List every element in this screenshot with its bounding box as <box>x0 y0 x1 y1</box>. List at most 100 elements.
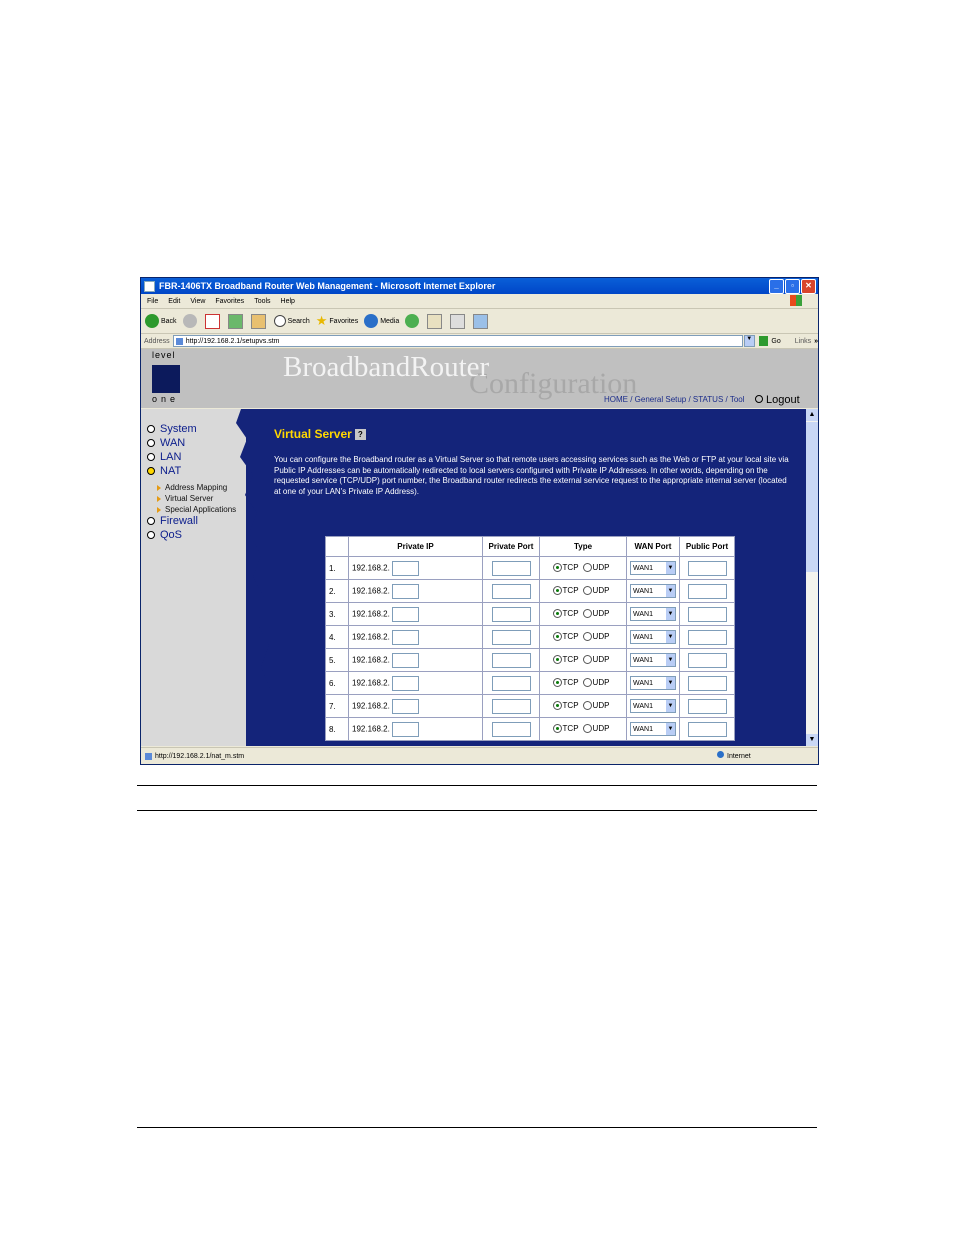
tcp-radio[interactable]: TCP <box>552 677 579 687</box>
private-ip-input[interactable] <box>391 560 419 576</box>
top-navigation[interactable]: HOME / General Setup / STATUS / Tool <box>604 395 745 404</box>
udp-radio[interactable]: UDP <box>582 608 609 618</box>
media-button[interactable]: Media <box>364 314 399 328</box>
wan-port-select[interactable]: WAN1 ▼ <box>630 653 676 667</box>
udp-radio[interactable]: UDP <box>582 723 609 733</box>
links-chevron-icon[interactable]: » <box>814 338 818 345</box>
home-button[interactable] <box>250 313 268 329</box>
sidebar-item-lan[interactable]: LAN <box>147 451 181 463</box>
history-button[interactable] <box>405 314 421 328</box>
search-button[interactable]: Search <box>273 315 310 327</box>
wan-port-cell: WAN1 ▼ <box>626 694 680 718</box>
help-icon[interactable]: ? <box>354 428 366 440</box>
edit-button[interactable] <box>473 313 490 329</box>
private-port-input[interactable] <box>491 698 531 714</box>
public-port-input[interactable] <box>687 698 727 714</box>
sidebar-item-wan[interactable]: WAN <box>147 437 185 449</box>
scroll-up-icon[interactable]: ▲ <box>806 409 818 421</box>
menu-tools[interactable]: Tools <box>254 298 270 305</box>
wan-port-select[interactable]: WAN1 ▼ <box>630 607 676 621</box>
wan-port-select[interactable]: WAN1 ▼ <box>630 630 676 644</box>
public-port-input[interactable] <box>687 560 727 576</box>
print-button[interactable] <box>450 313 467 329</box>
scroll-down-icon[interactable]: ▼ <box>806 734 818 746</box>
public-port-input[interactable] <box>687 629 727 645</box>
private-port-input[interactable] <box>491 652 531 668</box>
wan-port-select[interactable]: WAN1 ▼ <box>630 722 676 736</box>
row-index: 8. <box>325 717 349 741</box>
wan-port-select[interactable]: WAN1 ▼ <box>630 699 676 713</box>
forward-button[interactable] <box>182 314 199 328</box>
wan-port-cell: WAN1 ▼ <box>626 648 680 672</box>
public-port-input[interactable] <box>687 721 727 737</box>
go-button[interactable]: Go <box>771 338 780 345</box>
private-port-input[interactable] <box>491 583 531 599</box>
row-index: 6. <box>325 671 349 695</box>
col-header-index <box>325 536 349 557</box>
public-port-input[interactable] <box>687 652 727 668</box>
sidebar-item-qos[interactable]: QoS <box>147 529 182 541</box>
tcp-radio[interactable]: TCP <box>552 608 579 618</box>
private-port-input[interactable] <box>491 675 531 691</box>
sidebar-sub-virtual-server[interactable]: Virtual Server <box>157 494 213 503</box>
sidebar-item-firewall[interactable]: Firewall <box>147 515 198 527</box>
public-port-input[interactable] <box>687 606 727 622</box>
scroll-thumb[interactable] <box>806 422 818 572</box>
links-label[interactable]: Links <box>795 338 811 345</box>
tcp-radio[interactable]: TCP <box>552 585 579 595</box>
public-port-input[interactable] <box>687 675 727 691</box>
close-button[interactable]: ✕ <box>801 279 816 294</box>
private-port-input[interactable] <box>491 560 531 576</box>
back-button[interactable]: Back <box>145 314 177 328</box>
vertical-scrollbar[interactable]: ▲ ▼ <box>806 409 818 746</box>
private-ip-input[interactable] <box>391 606 419 622</box>
public-port-input[interactable] <box>687 583 727 599</box>
sidebar-sub-special-applications[interactable]: Special Applications <box>157 505 236 514</box>
udp-radio[interactable]: UDP <box>582 654 609 664</box>
wan-port-select[interactable]: WAN1 ▼ <box>630 584 676 598</box>
udp-radio[interactable]: UDP <box>582 585 609 595</box>
private-ip-input[interactable] <box>391 675 419 691</box>
logout-link[interactable]: Logout <box>755 394 800 406</box>
address-dropdown-icon[interactable]: ▼ <box>743 335 755 347</box>
tcp-radio[interactable]: TCP <box>552 723 579 733</box>
udp-radio[interactable]: UDP <box>582 677 609 687</box>
private-port-input[interactable] <box>491 629 531 645</box>
menu-help[interactable]: Help <box>281 298 295 305</box>
tcp-radio[interactable]: TCP <box>552 631 579 641</box>
private-ip-input[interactable] <box>391 698 419 714</box>
sidebar-item-nat[interactable]: NAT <box>147 465 181 477</box>
page-rule-top <box>137 785 817 786</box>
sidebar-item-system[interactable]: System <box>147 423 197 435</box>
private-ip-input[interactable] <box>391 652 419 668</box>
stop-button[interactable] <box>204 313 222 329</box>
type-cell: TCP UDP <box>539 602 627 626</box>
tcp-radio[interactable]: TCP <box>552 562 579 572</box>
menu-view[interactable]: View <box>190 298 205 305</box>
private-ip-cell: 192.168.2. <box>348 579 483 603</box>
udp-radio[interactable]: UDP <box>582 562 609 572</box>
menu-file[interactable]: File <box>147 298 158 305</box>
refresh-button[interactable] <box>227 313 245 329</box>
menu-edit[interactable]: Edit <box>168 298 180 305</box>
address-input[interactable]: http://192.168.2.1/setupvs.stm <box>172 335 743 347</box>
sidebar-sub-address-mapping[interactable]: Address Mapping <box>157 483 227 492</box>
udp-radio[interactable]: UDP <box>582 700 609 710</box>
tcp-radio[interactable]: TCP <box>552 654 579 664</box>
favorites-button[interactable]: ★ Favorites <box>316 313 358 329</box>
private-ip-input[interactable] <box>391 721 419 737</box>
tcp-radio[interactable]: TCP <box>552 700 579 710</box>
menu-favorites[interactable]: Favorites <box>215 298 244 305</box>
wan-port-select[interactable]: WAN1 ▼ <box>630 676 676 690</box>
maximize-button[interactable]: ▫ <box>785 279 800 294</box>
private-port-input[interactable] <box>491 606 531 622</box>
mail-button[interactable] <box>427 313 444 329</box>
wan-port-select[interactable]: WAN1 ▼ <box>630 561 676 575</box>
minimize-button[interactable]: _ <box>769 279 784 294</box>
ip-prefix: 192.168.2. <box>352 724 390 734</box>
private-ip-input[interactable] <box>391 629 419 645</box>
go-arrow-icon[interactable] <box>758 336 769 346</box>
private-port-input[interactable] <box>491 721 531 737</box>
udp-radio[interactable]: UDP <box>582 631 609 641</box>
private-ip-input[interactable] <box>391 583 419 599</box>
